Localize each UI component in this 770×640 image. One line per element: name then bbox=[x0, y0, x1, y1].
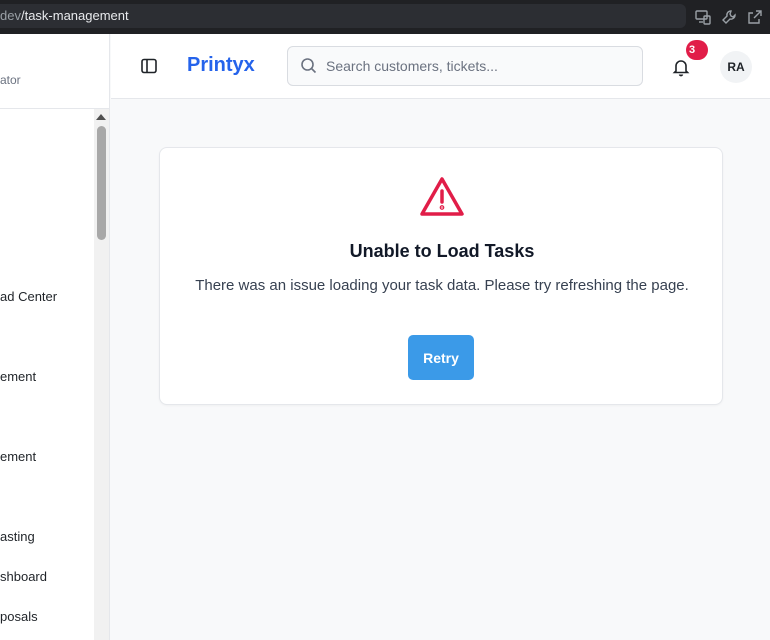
search-input[interactable] bbox=[326, 55, 631, 77]
url-path: /task-management bbox=[20, 8, 129, 23]
devices-icon[interactable] bbox=[694, 8, 712, 26]
scrollbar-thumb[interactable] bbox=[97, 126, 106, 240]
search-icon bbox=[300, 57, 318, 75]
sidebar-item-forecasting[interactable]: asting bbox=[0, 527, 35, 547]
retry-button[interactable]: Retry bbox=[408, 335, 474, 380]
sidebar-toggle-icon[interactable] bbox=[139, 56, 159, 76]
notification-badge: 3 bbox=[686, 40, 708, 60]
sidebar-item-management-2[interactable]: ement bbox=[0, 447, 36, 467]
avatar[interactable]: RA bbox=[720, 51, 752, 83]
url-host: dev bbox=[0, 8, 21, 23]
sidebar-item-management-1[interactable]: ement bbox=[0, 367, 36, 387]
browser-toolbar: dev/task-management bbox=[0, 0, 770, 34]
error-card: Unable to Load Tasks There was an issue … bbox=[159, 147, 723, 405]
brand-logo[interactable]: Printyx bbox=[187, 54, 255, 77]
app-header: Printyx 3 RA bbox=[111, 34, 770, 99]
scroll-up-arrow[interactable] bbox=[96, 114, 106, 120]
error-title: Unable to Load Tasks bbox=[349, 241, 535, 261]
search-box bbox=[287, 46, 643, 86]
address-bar[interactable]: dev/task-management bbox=[0, 4, 686, 28]
wrench-icon[interactable] bbox=[720, 8, 738, 26]
sidebar-item-lead-center[interactable]: ad Center bbox=[0, 287, 57, 307]
warning-icon bbox=[418, 175, 466, 219]
sidebar-item-dashboard[interactable]: shboard bbox=[0, 567, 47, 587]
bell-icon[interactable] bbox=[671, 57, 691, 77]
sidebar-item-proposals[interactable]: posals bbox=[0, 607, 38, 627]
error-message: There was an issue loading your task dat… bbox=[195, 277, 689, 294]
open-external-icon[interactable] bbox=[746, 8, 764, 26]
user-role-label: ator bbox=[0, 73, 21, 87]
